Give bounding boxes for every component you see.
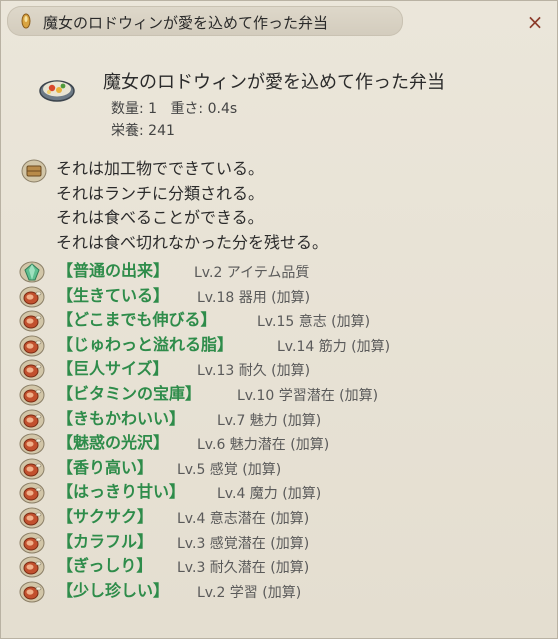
item-stats: 数量: 1 重さ: 0.4s 栄養: 241 xyxy=(111,98,237,142)
candle-icon xyxy=(21,13,31,29)
meat-icon xyxy=(19,384,45,406)
trait-name: 【巨人サイズ】 xyxy=(57,359,169,379)
trait-detail: Lv.15 意志 (加算) xyxy=(257,314,371,331)
green-gem-icon xyxy=(19,261,45,283)
meat-icon xyxy=(19,458,45,480)
close-button[interactable]: × xyxy=(523,10,547,34)
meat-icon xyxy=(19,581,45,603)
trait-detail: Lv.4 意志潜在 (加算) xyxy=(177,510,310,527)
item-tooltip-window: 魔女のロドウィンが愛を込めて作った弁当 × 魔女のロドウィンが愛を込めて作った弁… xyxy=(0,0,558,639)
trait-name: 【はっきり甘い】 xyxy=(57,482,186,502)
trait-name: 【サクサク】 xyxy=(57,506,154,526)
trait-detail: Lv.7 魅力 (加算) xyxy=(217,412,322,429)
description-line: それは食べることができる。 xyxy=(56,208,264,227)
meat-icon xyxy=(19,482,45,504)
trait-name: 【魅惑の光沢】 xyxy=(57,433,170,453)
weight-value: 重さ: 0.4s xyxy=(170,101,238,117)
description-line: それは食べ切れなかった分を残せる。 xyxy=(56,232,329,252)
crate-icon xyxy=(21,159,47,183)
trait-name: 【香り高い】 xyxy=(57,457,154,477)
description-list: それは加工物でできている。 それはランチに分類される。 それは食べることができる… xyxy=(56,157,328,255)
trait-name: 【じゅわっと溢れる脂】 xyxy=(57,334,234,354)
trait-name: 【ぎっしり】 xyxy=(57,556,153,576)
description-line: それはランチに分類される。 xyxy=(56,183,265,203)
trait-detail: Lv.2 学習 (加算) xyxy=(197,584,302,601)
window-title: 魔女のロドウィンが愛を込めて作った弁当 xyxy=(43,14,329,32)
trait-detail: Lv.4 魔力 (加算) xyxy=(217,486,322,503)
meat-icon xyxy=(19,286,45,308)
nutrition-value: 栄養: 241 xyxy=(111,123,175,139)
trait-detail: Lv.13 耐久 (加算) xyxy=(197,363,311,380)
meat-icon xyxy=(19,409,45,431)
meat-icon xyxy=(19,359,45,381)
item-name: 魔女のロドウィンが愛を込めて作った弁当 xyxy=(103,72,445,93)
trait-name: 【普通の出来】 xyxy=(57,261,170,280)
quantity-value: 数量: 1 xyxy=(111,101,158,117)
description-line: それは加工物でできている。 xyxy=(56,159,265,178)
trait-name: 【きもかわいい】 xyxy=(57,408,186,428)
trait-detail: Lv.10 学習潜在 (加算) xyxy=(237,387,379,404)
trait-detail: Lv.14 筋力 (加算) xyxy=(277,338,391,355)
trait-name: 【どこまでも伸びる】 xyxy=(57,310,217,330)
meat-icon xyxy=(19,507,45,529)
title-bar: 魔女のロドウィンが愛を込めて作った弁当 xyxy=(7,6,403,36)
trait-name: 【少し珍しい】 xyxy=(57,580,170,600)
trait-detail: Lv.3 感覚潜在 (加算) xyxy=(177,535,310,552)
trait-name: 【生きている】 xyxy=(57,285,170,305)
trait-detail: Lv.3 耐久潜在 (加算) xyxy=(177,560,310,577)
trait-detail: Lv.18 器用 (加算) xyxy=(197,289,311,306)
trait-detail: Lv.6 魅力潜在 (加算) xyxy=(197,437,330,454)
meat-icon xyxy=(19,532,45,554)
meat-icon xyxy=(19,556,45,578)
meat-icon xyxy=(19,335,45,357)
trait-detail: Lv.2 アイテム品質 xyxy=(194,265,310,281)
meat-icon xyxy=(19,310,45,332)
trait-name: 【カラフル】 xyxy=(57,531,154,551)
trait-detail: Lv.5 感覚 (加算) xyxy=(177,461,282,478)
bento-box-icon xyxy=(39,80,75,102)
meat-icon xyxy=(19,433,45,455)
trait-name: 【ビタミンの宝庫】 xyxy=(57,383,202,403)
